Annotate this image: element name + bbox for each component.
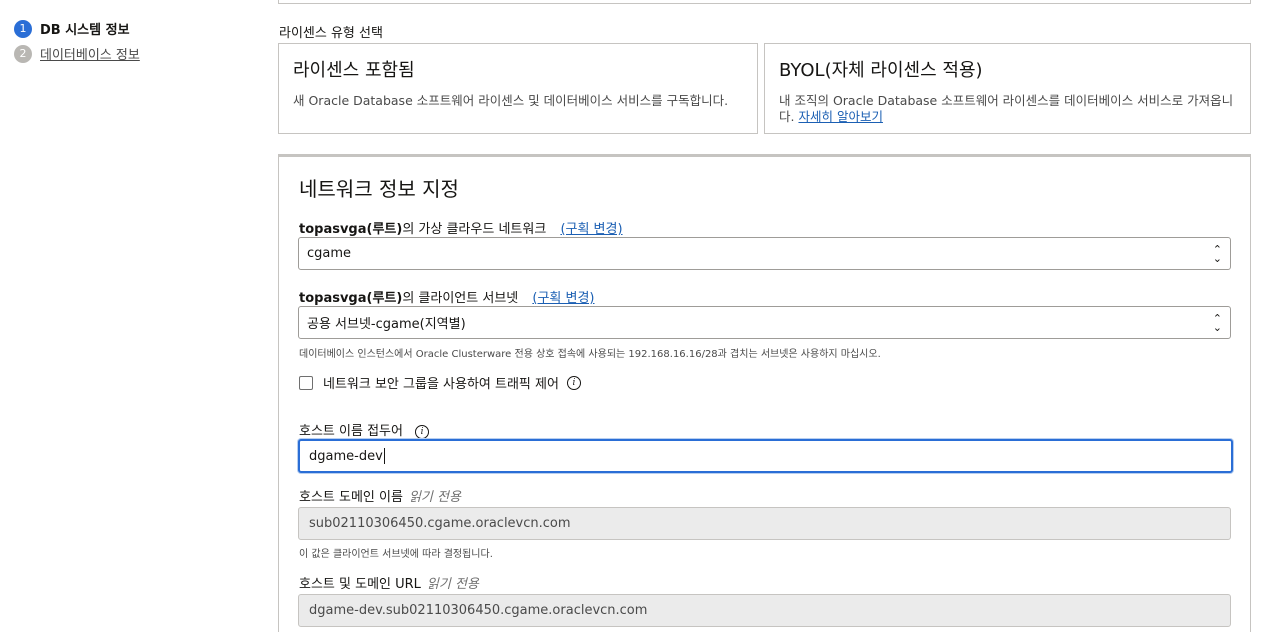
domain-label-text: 호스트 도메인 이름 [299,490,403,505]
domain-help-text: 이 값은 클라이언트 서브넷에 따라 결정됩니다. [299,549,493,560]
info-icon[interactable]: i [566,375,581,390]
license-included-card[interactable]: 라이센스 포함됨 새 Oracle Database 소프트웨어 라이센스 및 … [278,43,758,134]
subnet-help-text: 데이터베이스 인스턴스에서 Oracle Clusterware 전용 상호 접… [299,349,881,360]
vcn-label-text: 의 가상 클라우드 네트워크 [402,222,547,237]
step-db-system-info[interactable]: 1 DB 시스템 정보 [14,16,140,41]
wizard-steps: 1 DB 시스템 정보 2 데이터베이스 정보 [14,16,140,66]
subnet-label-text: 의 클라이언트 서브넷 [402,291,519,306]
learn-more-link[interactable]: 자세히 알아보기 [798,109,882,124]
updown-chevron-icon: ⌃ ⌄ [1212,311,1222,334]
hostname-prefix-input[interactable]: dgame-dev [298,439,1233,473]
subnet-compartment: topasvga(루트) [299,291,403,306]
nsg-checkbox-label[interactable]: 네트워크 보안 그룹을 사용하여 트래픽 제어 [323,373,559,392]
updown-chevron-icon: ⌃ ⌄ [1212,242,1222,265]
readonly-tag: 읽기 전용 [408,490,461,505]
subnet-change-compartment-link[interactable]: (구획 변경) [532,291,594,306]
step-database-info[interactable]: 2 데이터베이스 정보 [14,41,140,66]
url-readonly-field: dgame-dev.sub02110306450.cgame.oraclevcn… [298,594,1231,627]
step-number: 1 [14,19,32,38]
domain-readonly-field: sub02110306450.cgame.oraclevcn.com [298,507,1231,540]
text-caret [383,448,385,464]
previous-panel-edge [278,0,1251,4]
network-info-panel: 네트워크 정보 지정 topasvga(루트)의 가상 클라우드 네트워크 (구… [278,154,1251,632]
card-description: 새 Oracle Database 소프트웨어 라이센스 및 데이터베이스 서비… [293,93,729,108]
readonly-tag: 읽기 전용 [426,577,479,592]
vcn-change-compartment-link[interactable]: (구획 변경) [560,222,622,237]
hostname-label-text: 호스트 이름 접두어 [299,424,403,439]
card-title: BYOL(자체 라이센스 적용) [779,60,983,81]
panel-title: 네트워크 정보 지정 [299,177,459,201]
subnet-select-value: 공용 서브넷-cgame(지역별) [307,317,466,332]
step-label: DB 시스템 정보 [40,23,130,38]
step-label-link[interactable]: 데이터베이스 정보 [40,44,140,63]
subnet-label: topasvga(루트)의 클라이언트 서브넷 (구획 변경) [299,287,595,306]
card-title: 라이센스 포함됨 [293,60,415,81]
domain-label: 호스트 도메인 이름 읽기 전용 [299,486,461,505]
hostname-input-value: dgame-dev [309,448,383,464]
url-label-text: 호스트 및 도메인 URL [299,577,421,592]
card-description: 내 조직의 Oracle Database 소프트웨어 라이센스를 데이터베이스… [779,93,1236,125]
vcn-label: topasvga(루트)의 가상 클라우드 네트워크 (구획 변경) [299,218,623,237]
vcn-compartment: topasvga(루트) [299,222,403,237]
vcn-select[interactable]: cgame ⌃ ⌄ [298,237,1231,270]
step-number: 2 [14,44,32,63]
vcn-select-value: cgame [307,246,352,261]
byol-card[interactable]: BYOL(자체 라이센스 적용) 내 조직의 Oracle Database 소… [764,43,1251,134]
nsg-checkbox[interactable] [299,375,313,390]
hostname-label: 호스트 이름 접두어 i [299,420,430,439]
subnet-select[interactable]: 공용 서브넷-cgame(지역별) ⌃ ⌄ [298,306,1231,339]
url-label: 호스트 및 도메인 URL 읽기 전용 [299,573,479,592]
nsg-checkbox-row: 네트워크 보안 그룹을 사용하여 트래픽 제어 i [299,373,581,392]
license-type-label: 라이센스 유형 선택 [279,26,383,41]
info-icon[interactable]: i [415,424,430,439]
